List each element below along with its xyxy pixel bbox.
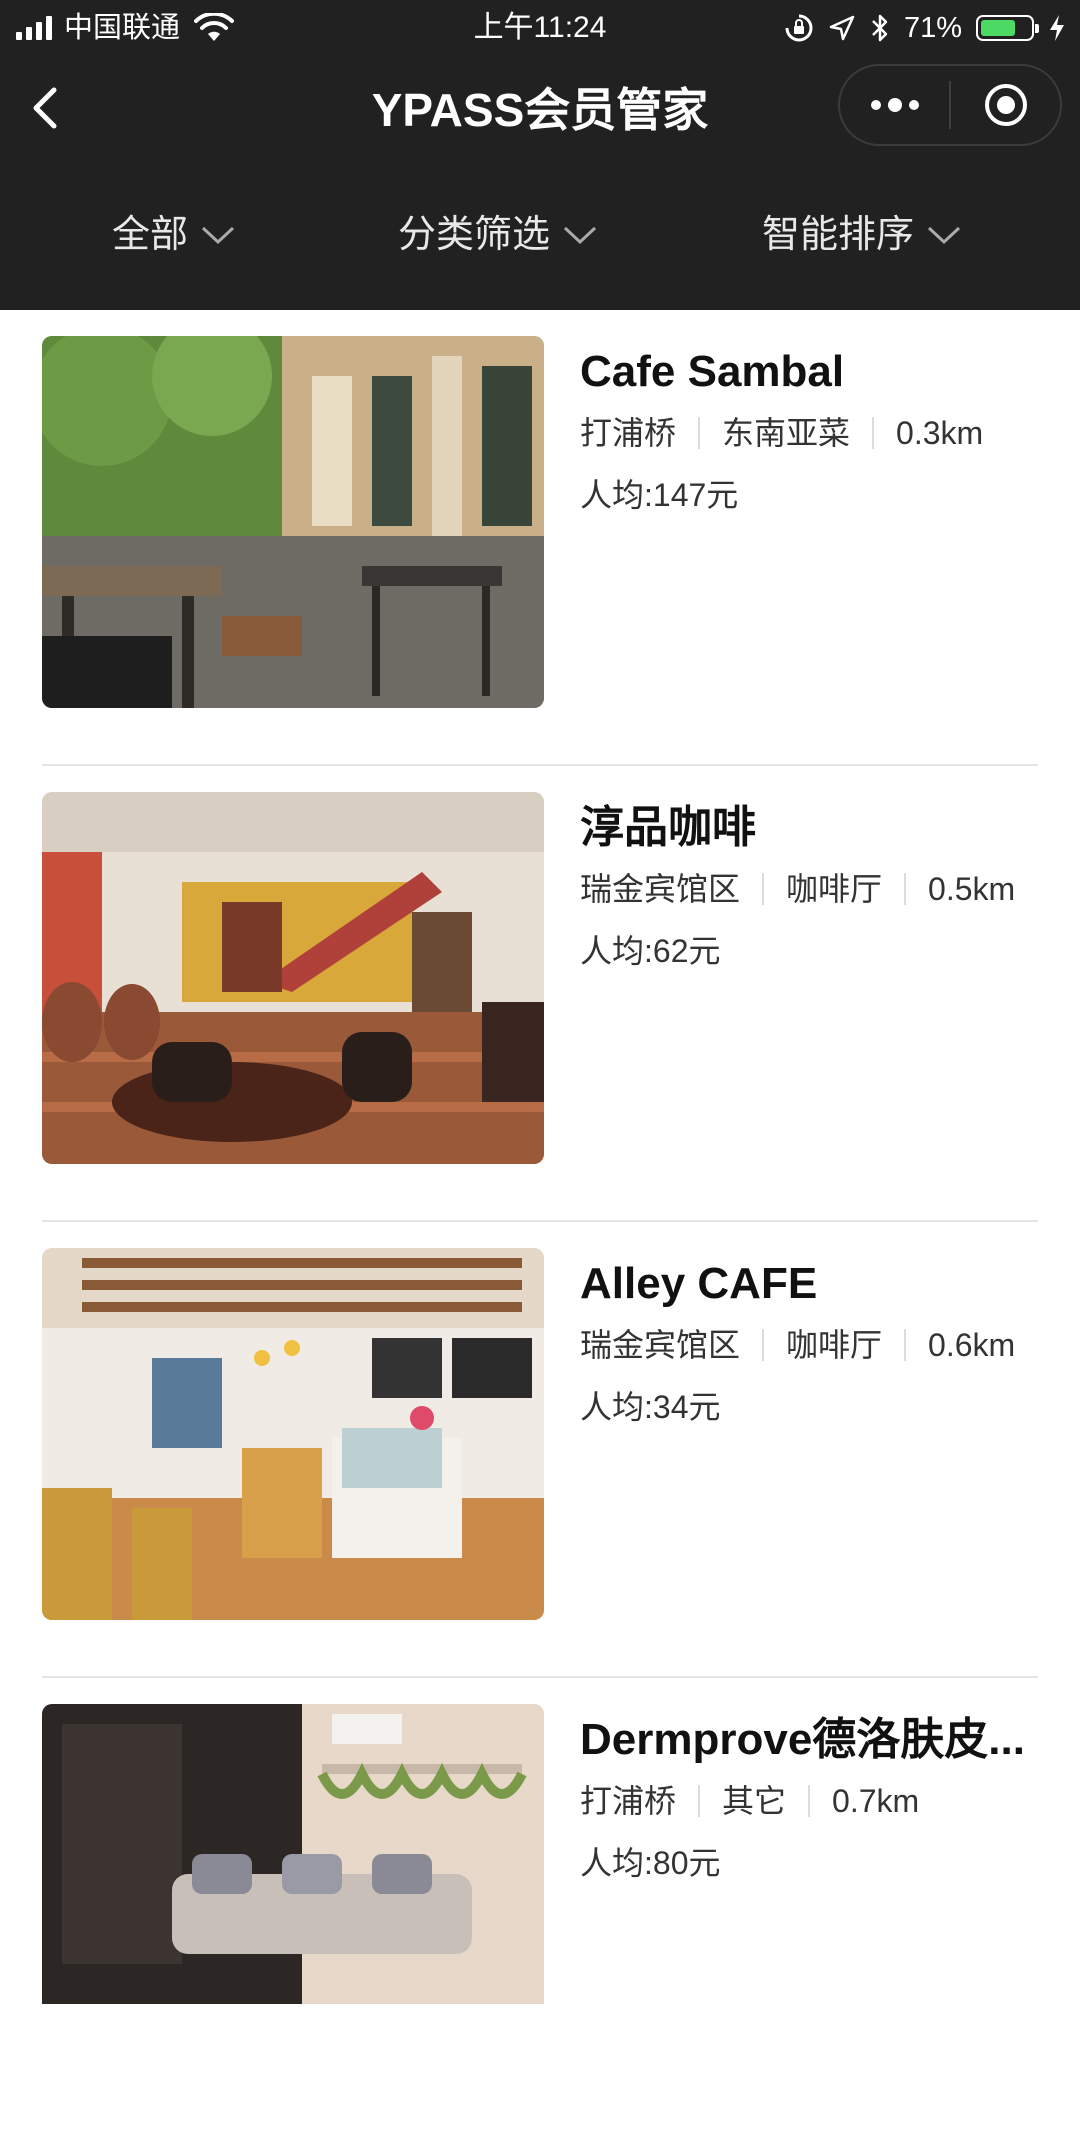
shop-area: 瑞金宾馆区 [580,871,741,907]
shop-distance: 0.7km [832,1783,920,1819]
filter-sort-label: 智能排序 [762,214,915,256]
chevron-down-icon [563,226,597,245]
shop-card[interactable]: Cafe Sambal 打浦桥 东南亚菜 0.3km 人均:147元 [0,310,1080,766]
filter-bar: 全部 分类筛选 智能排序 [0,160,1080,310]
close-button[interactable] [951,66,1060,144]
meta-separator [698,1785,701,1817]
status-bar: 中国联通 上午11:24 71% [0,0,1080,56]
shop-name: Alley CAFE [580,1259,818,1308]
shop-price: 人均:80元 [580,1845,721,1881]
shop-info: Alley CAFE 瑞金宾馆区 咖啡厅 0.6km 人均:34元 [580,1256,1052,1428]
meta-separator [904,873,907,905]
shop-card[interactable]: Alley CAFE 瑞金宾馆区 咖啡厅 0.6km 人均:34元 [0,1222,1080,1678]
chevron-down-icon [927,226,961,245]
more-dots-icon [870,98,919,112]
shop-distance: 0.6km [928,1327,1016,1363]
shop-category: 其它 [722,1783,787,1819]
mini-program-capsule [838,64,1062,146]
shop-meta: 瑞金宾馆区 咖啡厅 0.5km [580,868,1052,910]
filter-sort[interactable]: 智能排序 [762,212,962,258]
more-button[interactable] [840,66,949,144]
shop-meta: 瑞金宾馆区 咖啡厅 0.6km [580,1324,1052,1366]
meta-separator [762,1329,765,1361]
shop-photo [42,336,544,708]
shop-area: 打浦桥 [580,415,677,451]
meta-separator [762,873,765,905]
shop-distance: 0.5km [928,871,1016,907]
shop-info: Cafe Sambal 打浦桥 东南亚菜 0.3km 人均:147元 [580,344,1052,516]
shop-card[interactable]: Dermprove德洛肤皮... 打浦桥 其它 0.7km 人均:80元 [0,1678,1080,2134]
shop-card[interactable]: 淳品咖啡 瑞金宾馆区 咖啡厅 0.5km 人均:62元 [0,766,1080,1222]
battery-icon [976,15,1039,41]
shop-info: Dermprove德洛肤皮... 打浦桥 其它 0.7km 人均:80元 [580,1712,1052,1884]
shop-photo [42,1704,544,2004]
filter-all-label: 全部 [112,214,189,256]
charging-bolt-icon [1050,15,1064,41]
shop-category: 咖啡厅 [786,871,883,907]
filter-category[interactable]: 分类筛选 [398,212,598,258]
filter-all[interactable]: 全部 [112,212,236,258]
battery-percent: 71% [903,12,962,44]
shop-distance: 0.3km [896,415,984,451]
orientation-lock-icon [785,14,813,42]
battery-level [981,20,1015,36]
shop-category: 东南亚菜 [722,415,851,451]
shop-category: 咖啡厅 [786,1327,883,1363]
shop-price: 人均:34元 [580,1389,721,1425]
nav-bar: YPASS会员管家 [0,56,1080,160]
meta-separator [698,417,701,449]
meta-separator [808,1785,811,1817]
shop-meta: 打浦桥 其它 0.7km [580,1780,1052,1822]
target-circle-icon [984,84,1027,126]
filter-category-label: 分类筛选 [398,214,551,256]
shop-meta: 打浦桥 东南亚菜 0.3km [580,412,1052,454]
status-right: 71% [784,8,1066,48]
shop-price: 人均:62元 [580,933,721,969]
shop-area: 打浦桥 [580,1783,677,1819]
shop-name: Dermprove德洛肤皮... [580,1715,1025,1764]
shop-area: 瑞金宾馆区 [580,1327,741,1363]
chevron-down-icon [201,226,235,245]
shop-name: Cafe Sambal [580,347,845,396]
shop-photo [42,792,544,1164]
shop-photo [42,1248,544,1620]
shop-price: 人均:147元 [580,477,739,513]
shop-info: 淳品咖啡 瑞金宾馆区 咖啡厅 0.5km 人均:62元 [580,800,1052,972]
meta-separator [904,1329,907,1361]
bluetooth-icon [872,14,888,42]
shop-name: 淳品咖啡 [580,803,756,852]
location-arrow-icon [829,15,855,41]
meta-separator [872,417,875,449]
